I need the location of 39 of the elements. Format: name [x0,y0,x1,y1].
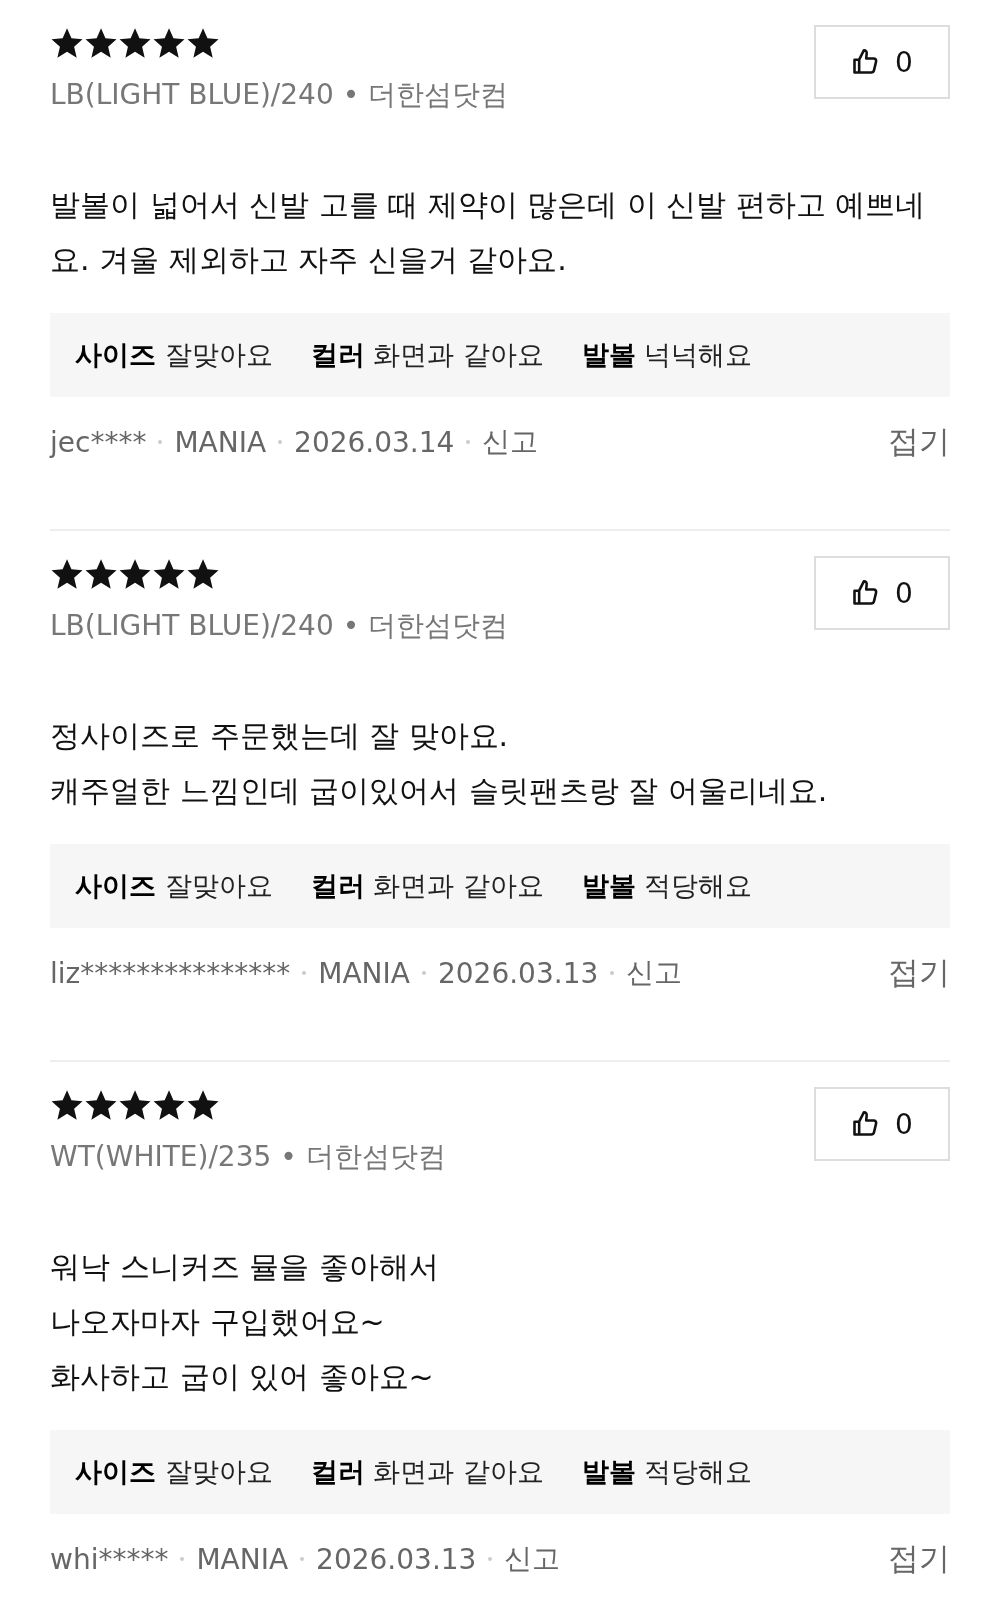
report-link[interactable]: 신고 [504,1540,561,1578]
review-text: 정사이즈로 주문했는데 잘 맞아요. [50,717,510,755]
attribute-rating: 발볼 적당해요 [581,869,753,903]
product-option: WT(WHITE)/235 • 더한섬닷컴 [50,1137,446,1177]
thumbs-up-icon [851,1110,880,1138]
review-date: 2026.03.13 [316,1542,477,1576]
review-text: 캐주얼한 느낌인데 굽이있어서 슬릿팬츠랑 잘 어울리네요. [50,772,829,810]
member-grade: MANIA [318,956,410,990]
attribute-rating: 사이즈 잘맞아요 [75,869,273,903]
thumbs-up-icon [851,579,880,607]
member-grade: MANIA [174,425,267,459]
review-text: 워낙 스니커즈 뮬을 좋아해서 [50,1248,440,1286]
collapse-link[interactable]: 접기 [888,952,950,994]
review-date: 2026.03.13 [437,956,599,990]
like-button[interactable]: 0 [814,25,950,99]
member-grade: MANIA [196,1542,289,1576]
like-button[interactable]: 0 [814,1087,950,1161]
attribute-rating: 컬러 화면과 같아요 [310,338,544,372]
review-text: 나오자마자 구입했어요~ [50,1303,386,1341]
user-id: jec**** [50,425,147,459]
collapse-link[interactable]: 접기 [888,1538,950,1580]
review-text: 발볼이 넓어서 신발 고를 때 제약이 많은데 이 신발 편하고 예쁘네요. 겨울 제외하고 자주 신을거 같아요. [50,186,927,279]
user-id: liz*************** [50,956,291,990]
report-link[interactable]: 신고 [626,954,683,992]
report-link[interactable]: 신고 [482,423,539,461]
review-text: 화사하고 굽이 있어 좋아요~ [50,1358,435,1396]
like-button[interactable]: 0 [814,556,950,630]
review-date: 2026.03.14 [294,425,455,459]
attribute-rating: 사이즈 잘맞아요 [75,338,273,372]
attribute-rating: 발볼 넉넉해요 [581,338,753,372]
user-id: whi***** [50,1542,169,1576]
attribute-rating: 발볼 적당해요 [581,1455,753,1489]
product-option: LB(LIGHT BLUE)/240 • 더한섬닷컴 [50,75,509,115]
product-option: LB(LIGHT BLUE)/240 • 더한섬닷컴 [50,606,509,646]
attribute-rating: 컬러 화면과 같아요 [310,869,544,903]
attribute-rating: 사이즈 잘맞아요 [75,1455,273,1489]
collapse-link[interactable]: 접기 [888,421,950,463]
attribute-rating: 컬러 화면과 같아요 [310,1455,544,1489]
thumbs-up-icon [851,48,880,76]
